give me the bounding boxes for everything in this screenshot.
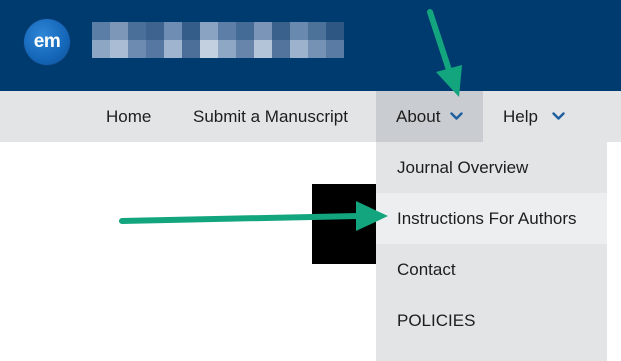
nav-home[interactable]: Home [106,91,151,142]
nav-about[interactable]: About [376,91,483,142]
chevron-down-icon [450,112,464,120]
nav-about-label: About [396,106,441,126]
page: em Home Submit a Manuscript About Help J… [0,0,621,361]
nav-submit-label: Submit a Manuscript [193,106,348,126]
menu-item-label: Journal Overview [397,157,529,177]
journal-title-redacted [92,22,350,58]
nav-help-label: Help [503,106,538,126]
menu-item-label: Instructions For Authors [397,208,577,228]
main-nav: Home Submit a Manuscript About Help [0,91,621,142]
menu-item-contact[interactable]: Contact [376,244,607,295]
menu-item-policies[interactable]: POLICIES [376,295,607,346]
nav-help[interactable]: Help [503,91,565,142]
about-dropdown-menu: Journal Overview Instructions For Author… [376,142,607,361]
site-header: em [0,0,621,91]
menu-item-label: Contact [397,259,456,279]
logo-text: em [33,31,61,52]
logo[interactable]: em [24,19,70,65]
redacted-block [312,184,376,264]
chevron-down-icon [552,112,565,120]
menu-item-label: POLICIES [397,310,476,330]
nav-home-label: Home [106,106,152,126]
menu-item-instructions-for-authors[interactable]: Instructions For Authors [376,193,607,244]
menu-item-journal-overview[interactable]: Journal Overview [376,142,607,193]
nav-submit-manuscript[interactable]: Submit a Manuscript [193,91,348,142]
